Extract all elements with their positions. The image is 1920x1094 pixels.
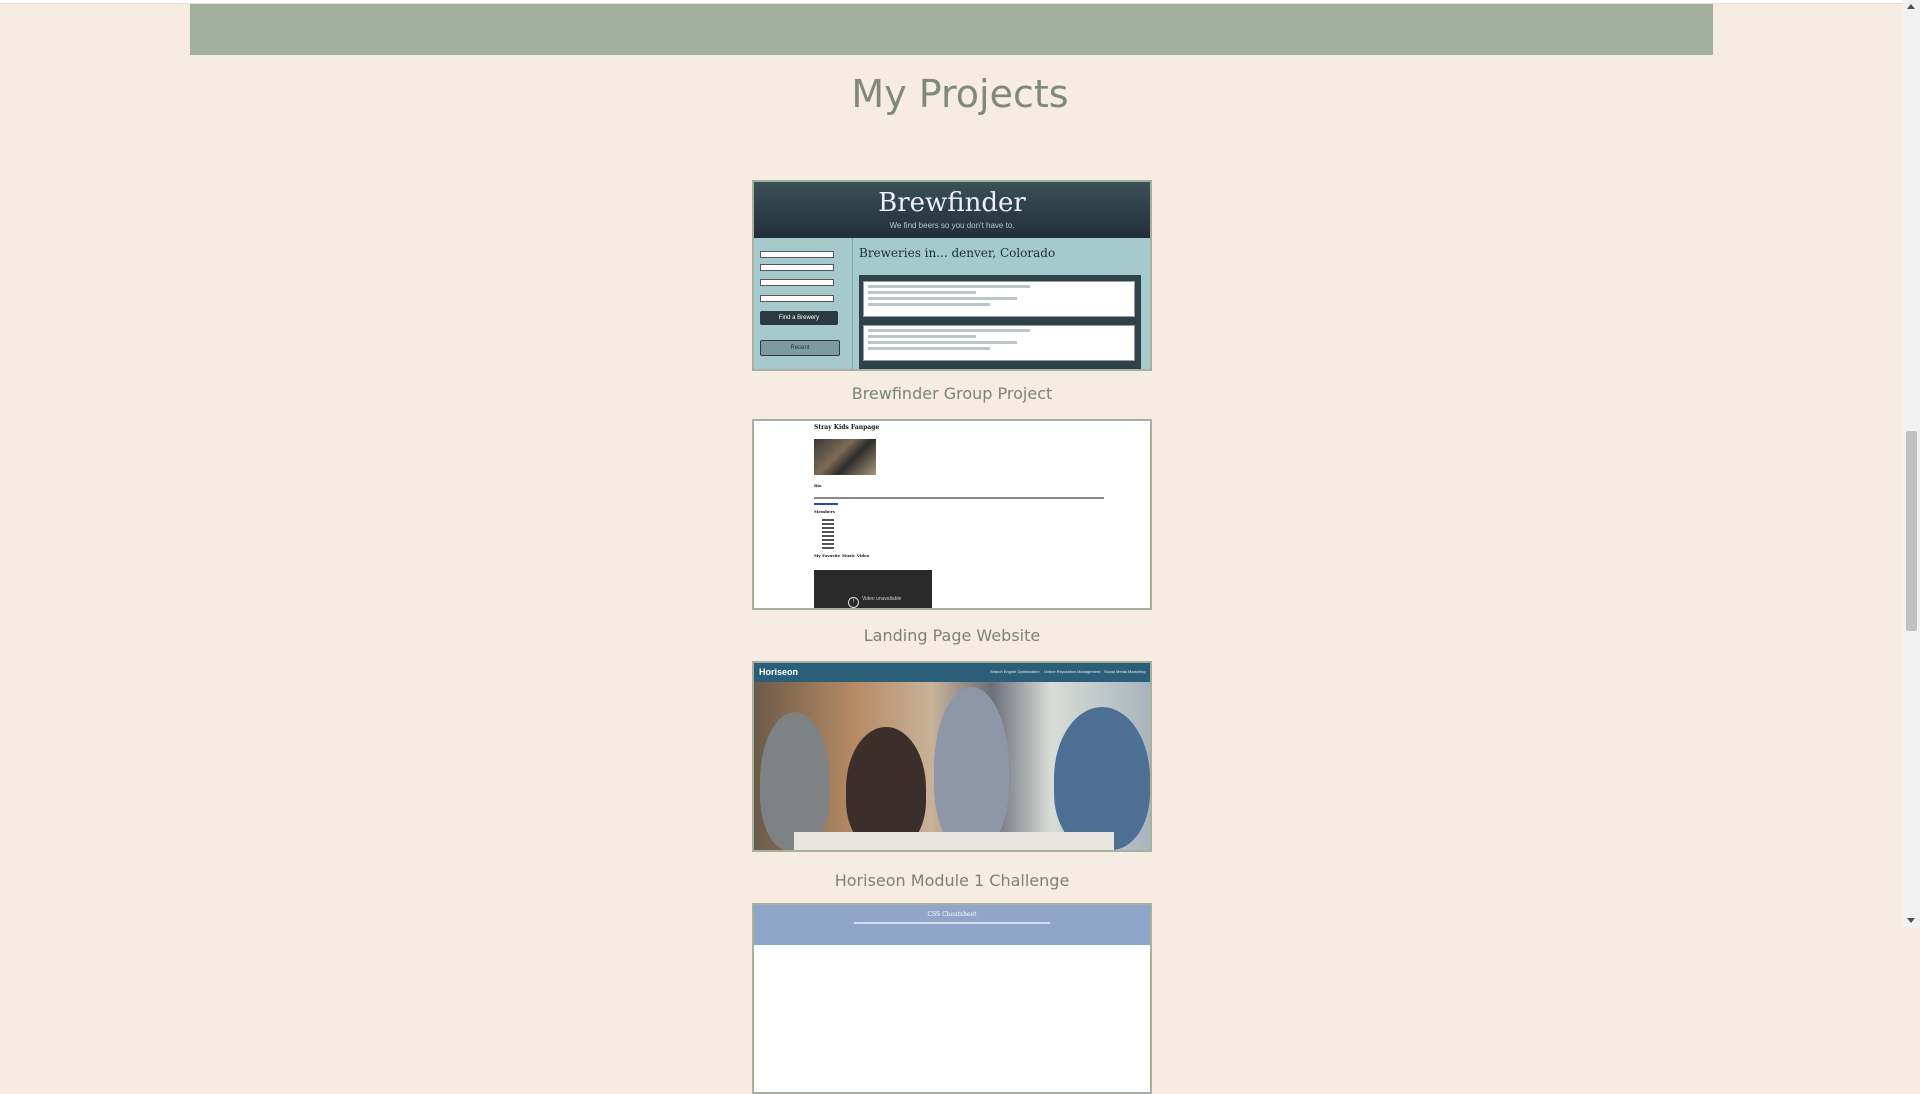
thumb-heading: Breweries in... denver, Colorado: [859, 246, 1056, 260]
thumb-list-item: [822, 531, 834, 533]
thumb-result-card: [863, 325, 1135, 361]
thumb-body: Find a Brewery Recent Breweries in... de…: [754, 238, 1150, 369]
info-icon: !: [848, 597, 859, 608]
thumb-header: Horiseon Search Engine Optimization Onli…: [754, 663, 1150, 682]
thumb-title: CSS Cheatsheet: [927, 911, 977, 918]
thumb-video-text: Video unavailable: [862, 596, 902, 602]
thumb-find-button: Find a Brewery: [760, 311, 838, 325]
thumb-logo: Horiseon: [759, 667, 799, 677]
thumb-list-item: [822, 535, 834, 537]
thumb-list-item: [822, 523, 834, 525]
page-scrollbar[interactable]: [1903, 0, 1920, 928]
thumb-title: Stray Kids Fanpage: [814, 424, 880, 431]
thumb-list-item: [822, 519, 834, 521]
project-thumbnail-horiseon[interactable]: Horiseon Search Engine Optimization Onli…: [752, 661, 1152, 852]
thumb-nav-item: Search Engine Optimization: [990, 669, 1040, 674]
project-thumbnail-landing-page[interactable]: Stray Kids Fanpage Bio Members My Favori…: [752, 419, 1152, 610]
thumb-video-heading: My Favorite Music Video: [814, 553, 870, 558]
thumb-nav-item: Social Media Marketing: [1104, 669, 1146, 674]
thumb-result-card: [863, 281, 1135, 317]
section-title: My Projects: [851, 72, 1069, 116]
thumb-text-line: [854, 922, 1050, 924]
scroll-down-icon[interactable]: [1907, 918, 1915, 923]
scroll-up-icon[interactable]: [1907, 4, 1915, 9]
thumb-list-item: [822, 547, 834, 549]
thumb-video: ! Video unavailable: [814, 570, 932, 608]
thumb-input: [760, 295, 834, 302]
scrollbar-thumb[interactable]: [1906, 431, 1917, 631]
thumb-input: [760, 279, 834, 286]
thumb-text-line: [814, 497, 1104, 499]
thumb-members-heading: Members: [814, 509, 835, 514]
thumb-link: [814, 503, 838, 505]
project-thumbnail-css-cheatsheet[interactable]: CSS Cheatsheet: [752, 903, 1152, 1094]
thumb-bio-heading: Bio: [814, 483, 822, 488]
thumb-nav-item: Online Reputation Management: [1044, 669, 1101, 674]
thumb-header: CSS Cheatsheet: [754, 905, 1150, 945]
thumb-subtitle: We find beers so you don't have to.: [889, 221, 1015, 230]
thumb-title: Brewfinder: [878, 188, 1026, 218]
project-caption[interactable]: Horiseon Module 1 Challenge: [752, 871, 1152, 890]
thumb-list-item: [822, 539, 834, 541]
thumb-recent-button: Recent: [760, 340, 840, 356]
thumb-photo: [814, 439, 876, 475]
thumb-results-list: [859, 275, 1141, 369]
thumb-header: Brewfinder We find beers so you don't ha…: [754, 182, 1150, 238]
project-caption[interactable]: Brewfinder Group Project: [752, 384, 1152, 403]
thumb-sidebar: Find a Brewery Recent: [754, 238, 853, 369]
thumb-list-item: [822, 527, 834, 529]
thumb-input: [760, 264, 834, 271]
thumb-list-item: [822, 543, 834, 545]
project-caption[interactable]: Landing Page Website: [752, 626, 1152, 645]
thumb-hero-photo: [754, 682, 1150, 850]
header-banner: [190, 4, 1713, 55]
project-thumbnail-brewfinder[interactable]: Brewfinder We find beers so you don't ha…: [752, 180, 1152, 371]
thumb-input: [760, 251, 834, 258]
